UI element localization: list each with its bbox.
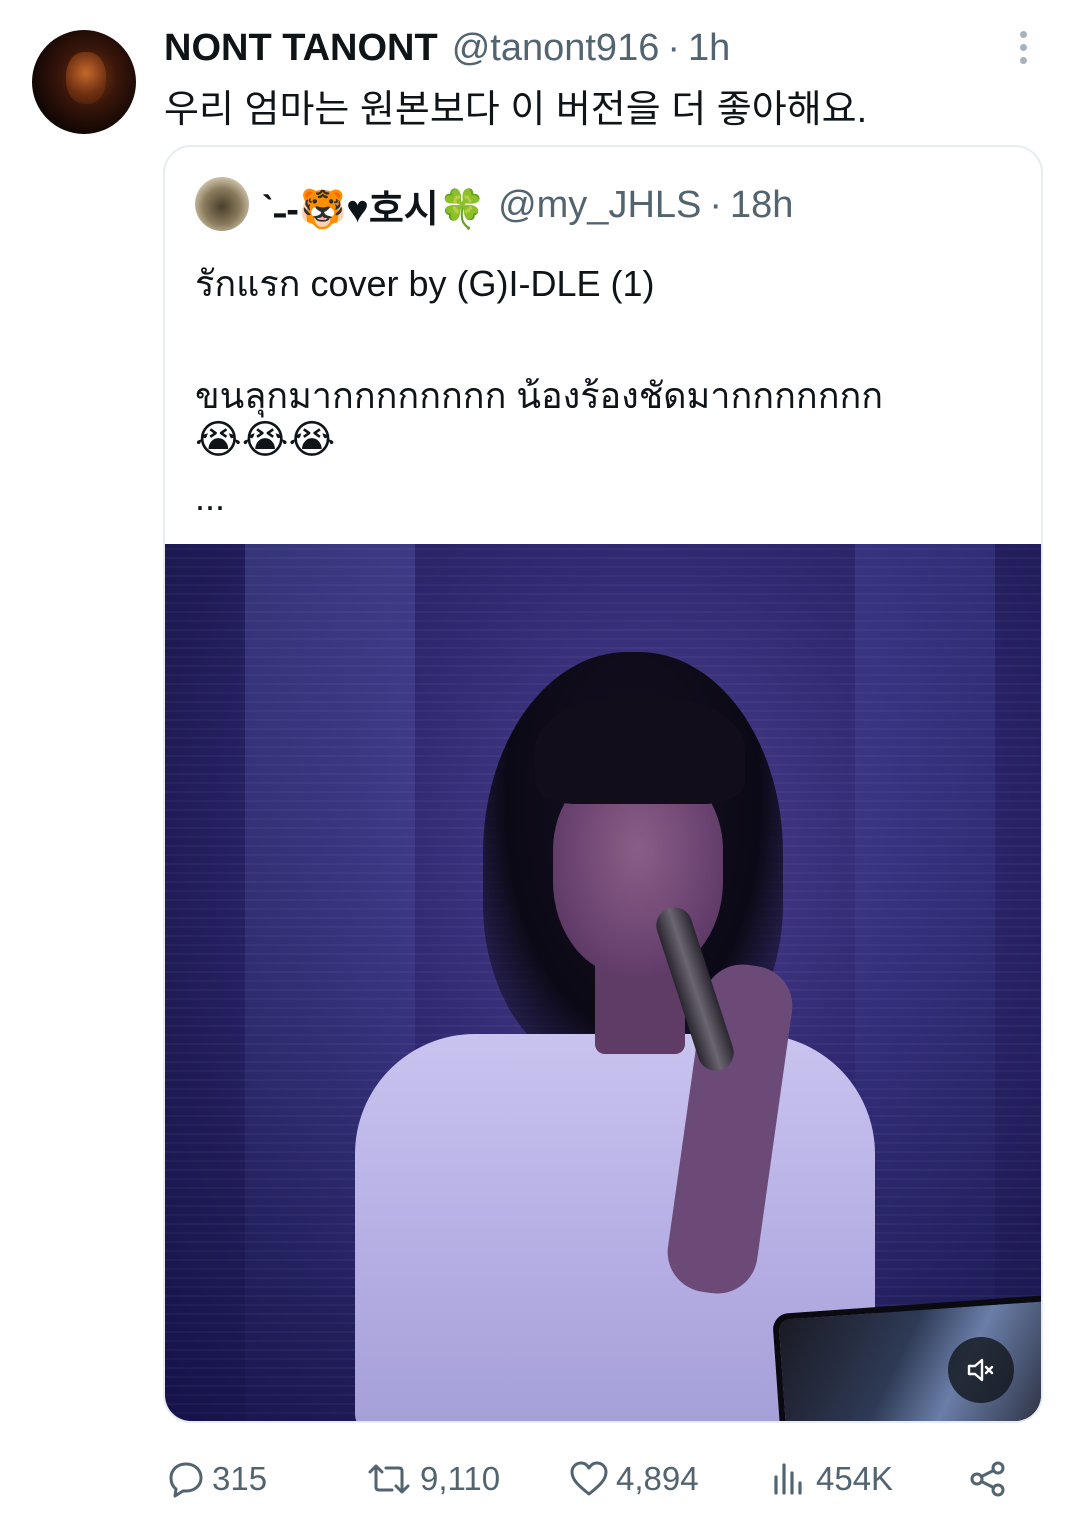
retweet-button[interactable]: 9,110 [364,1446,500,1512]
share-button[interactable] [968,1446,1008,1512]
tweet-text: 우리 엄마는 원본보다 이 버전을 더 좋아해요. [164,89,868,131]
retweet-icon [368,1464,410,1494]
quoted-tweet-emoji-line: 😭😭😭 [195,418,336,462]
views-count: 454K [816,1460,894,1497]
quoted-tweet-line-1: รักแรก cover by (G)I-DLE (1) [195,263,655,304]
like-button[interactable]: 4,894 [568,1446,699,1512]
tweet-timestamp[interactable]: 1h [688,27,730,70]
quoted-tweet-header: ˋ˗-🐯♥호시🍀 @my_JHLS · 18h [261,177,793,233]
video-player[interactable] [165,544,1041,1421]
reply-count: 315 [212,1460,268,1497]
views-icon [774,1463,802,1495]
reply-button[interactable]: 315 [166,1446,267,1512]
speaker-muted-icon [967,1358,994,1382]
tweet-header: NONT TANONT @tanont916 · 1h [164,22,730,74]
retweet-count: 9,110 [420,1460,501,1497]
author-handle[interactable]: @tanont916 [452,27,660,70]
quoted-author-display-name[interactable]: ˋ˗-🐯♥호시🍀 [261,178,486,233]
quoted-header-separator: · [709,183,723,226]
reply-icon [169,1462,203,1498]
quoted-tweet-ellipsis: ... [195,477,226,518]
heart-icon [570,1461,608,1496]
author-display-name[interactable]: NONT TANONT [164,27,438,70]
like-count: 4,894 [616,1460,699,1497]
mute-toggle-button[interactable] [948,1337,1014,1403]
quoted-tweet-card[interactable]: ˋ˗-🐯♥호시🍀 @my_JHLS · 18h รักแรก cover by … [163,145,1043,1423]
quoted-author-avatar[interactable] [195,177,249,231]
tweet-actions-bar: 315 9,110 4,894 454K [0,1446,1076,1512]
quoted-tweet-timestamp[interactable]: 18h [730,184,793,227]
share-icon [970,1461,1005,1497]
quoted-tweet-line-2: ขนลุกมากกกกกกกก น้องร้องชัดมากกกกกกก [195,375,884,416]
views-button[interactable]: 454K [770,1446,893,1512]
header-separator: · [667,26,680,69]
author-avatar[interactable] [32,30,136,134]
more-options-icon[interactable] [1008,28,1038,66]
quoted-author-handle[interactable]: @my_JHLS [498,184,701,227]
